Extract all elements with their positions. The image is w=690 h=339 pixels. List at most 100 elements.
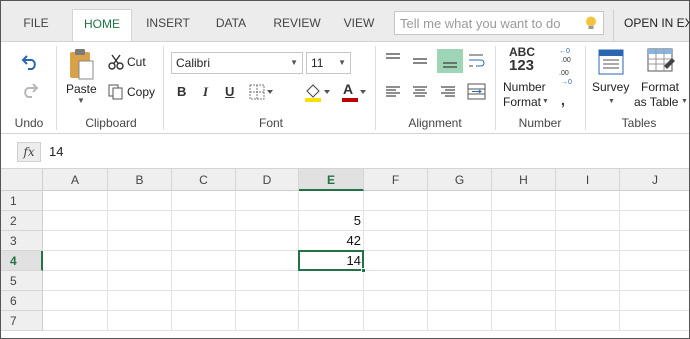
alignment-group-label: Alignment: [408, 116, 462, 130]
redo-icon[interactable]: [21, 82, 39, 101]
font-group-label: Font: [258, 116, 283, 130]
tables-group-label: Tables: [621, 116, 657, 130]
row-header-1[interactable]: 1: [1, 191, 43, 211]
column-gridline: [235, 191, 236, 331]
tab-home[interactable]: HOME: [72, 9, 132, 41]
tab-data[interactable]: DATA: [206, 9, 256, 41]
copy-label[interactable]: Copy: [127, 85, 155, 99]
cell-e2[interactable]: 5: [299, 211, 364, 231]
lightbulb-icon: [585, 16, 597, 34]
font-color-icon[interactable]: A: [341, 81, 369, 105]
align-bottom-icon[interactable]: [437, 49, 463, 73]
group-divider: [56, 46, 57, 130]
align-center-icon[interactable]: [411, 85, 429, 102]
column-header-b[interactable]: B: [108, 169, 172, 191]
survey-icon[interactable]: [597, 48, 625, 79]
align-right-icon[interactable]: [439, 85, 457, 102]
format-as-table-icon[interactable]: [646, 46, 676, 79]
tab-file[interactable]: FILE: [15, 9, 57, 41]
row-header-6[interactable]: 6: [1, 291, 43, 311]
svg-text:←0: ←0: [559, 48, 570, 55]
chevron-down-icon: ▼: [290, 58, 298, 67]
font-size-value: 11: [311, 56, 324, 70]
chevron-down-icon: ▼: [681, 98, 688, 105]
undo-icon[interactable]: [21, 54, 39, 73]
italic-button[interactable]: I: [203, 84, 208, 100]
bold-button[interactable]: B: [177, 84, 186, 99]
row-gridline: [43, 290, 689, 291]
chevron-down-icon: ▼: [542, 98, 549, 105]
excel-window: FILE HOME INSERT DATA REVIEW VIEW Tell m…: [0, 0, 690, 339]
fill-color-icon[interactable]: [303, 82, 331, 105]
row-header-7[interactable]: 7: [1, 311, 43, 331]
copy-icon[interactable]: [108, 84, 124, 103]
tab-review[interactable]: REVIEW: [267, 9, 327, 41]
column-gridline: [107, 191, 108, 331]
group-divider: [585, 46, 586, 130]
column-header-a[interactable]: A: [43, 169, 108, 191]
column-header-c[interactable]: C: [172, 169, 236, 191]
group-divider: [163, 46, 164, 130]
number-format-button[interactable]: Number: [503, 80, 546, 94]
ribbon-home: Undo Paste ▼ Cut Copy Clipboard Calibri …: [1, 41, 689, 134]
row-header-5[interactable]: 5: [1, 271, 43, 291]
survey-button[interactable]: Survey: [592, 80, 629, 94]
tab-view[interactable]: VIEW: [337, 9, 381, 41]
font-name-dropdown[interactable]: Calibri ▼: [171, 52, 303, 74]
tab-insert[interactable]: INSERT: [139, 9, 197, 41]
paste-dropdown-arrow[interactable]: ▼: [77, 96, 85, 105]
align-left-icon[interactable]: [384, 85, 402, 102]
column-header-g[interactable]: G: [428, 169, 492, 191]
comma-style-icon[interactable]: ,: [561, 92, 565, 108]
borders-icon[interactable]: [249, 84, 275, 103]
column-header-e[interactable]: E: [299, 169, 364, 191]
merge-center-icon[interactable]: [467, 83, 487, 104]
svg-text:.00: .00: [561, 57, 571, 64]
row-gridline: [43, 230, 689, 231]
format-as-table-label-2[interactable]: as Table: [634, 95, 678, 109]
column-header-i[interactable]: I: [556, 169, 620, 191]
select-all-corner[interactable]: [1, 169, 43, 191]
format-as-table-button[interactable]: Format: [641, 80, 679, 94]
fill-handle[interactable]: [361, 268, 366, 273]
cut-icon[interactable]: [108, 54, 124, 73]
row-header-4[interactable]: 4: [1, 251, 43, 271]
column-header-h[interactable]: H: [492, 169, 556, 191]
tell-me-placeholder: Tell me what you want to do: [400, 16, 561, 31]
paste-icon[interactable]: [67, 48, 95, 85]
align-middle-icon[interactable]: [411, 54, 429, 71]
row-gridline: [43, 330, 689, 331]
wrap-text-icon[interactable]: [467, 52, 487, 73]
column-gridline: [619, 191, 620, 331]
spreadsheet-grid[interactable]: A B C D E F G H I J 1 2 3 4 5 6 7 5 42 14: [1, 169, 689, 338]
column-header-j[interactable]: J: [620, 169, 689, 191]
align-top-icon[interactable]: [384, 52, 402, 69]
row-gridline: [43, 210, 689, 211]
number-format-label-2[interactable]: Format: [503, 95, 541, 109]
insert-function-button[interactable]: fx: [17, 142, 41, 162]
open-in-excel-button[interactable]: OPEN IN EX: [613, 9, 689, 41]
font-color-letter: A: [343, 81, 354, 97]
tell-me-search-box[interactable]: Tell me what you want to do: [394, 11, 604, 35]
increase-decimal-icon[interactable]: ←0.00: [557, 46, 575, 67]
cell-e3[interactable]: 42: [299, 231, 364, 251]
chevron-down-icon: ▼: [608, 98, 615, 105]
column-gridline: [491, 191, 492, 331]
font-size-dropdown[interactable]: 11 ▼: [306, 52, 351, 74]
clipboard-group-label: Clipboard: [85, 116, 137, 130]
cut-label[interactable]: Cut: [127, 55, 146, 69]
group-divider: [495, 46, 496, 130]
decrease-decimal-icon[interactable]: .00 →0: [557, 68, 575, 89]
underline-button[interactable]: U: [225, 84, 234, 99]
font-name-value: Calibri: [176, 56, 211, 70]
group-divider: [375, 46, 376, 130]
active-cell-border[interactable]: [298, 250, 366, 273]
row-header-3[interactable]: 3: [1, 231, 43, 251]
column-gridline: [427, 191, 428, 331]
paste-label[interactable]: Paste: [66, 82, 97, 96]
column-header-f[interactable]: F: [364, 169, 428, 191]
formula-input[interactable]: 14: [49, 144, 63, 159]
row-gridline: [43, 250, 689, 251]
row-header-2[interactable]: 2: [1, 211, 43, 231]
column-header-d[interactable]: D: [236, 169, 299, 191]
